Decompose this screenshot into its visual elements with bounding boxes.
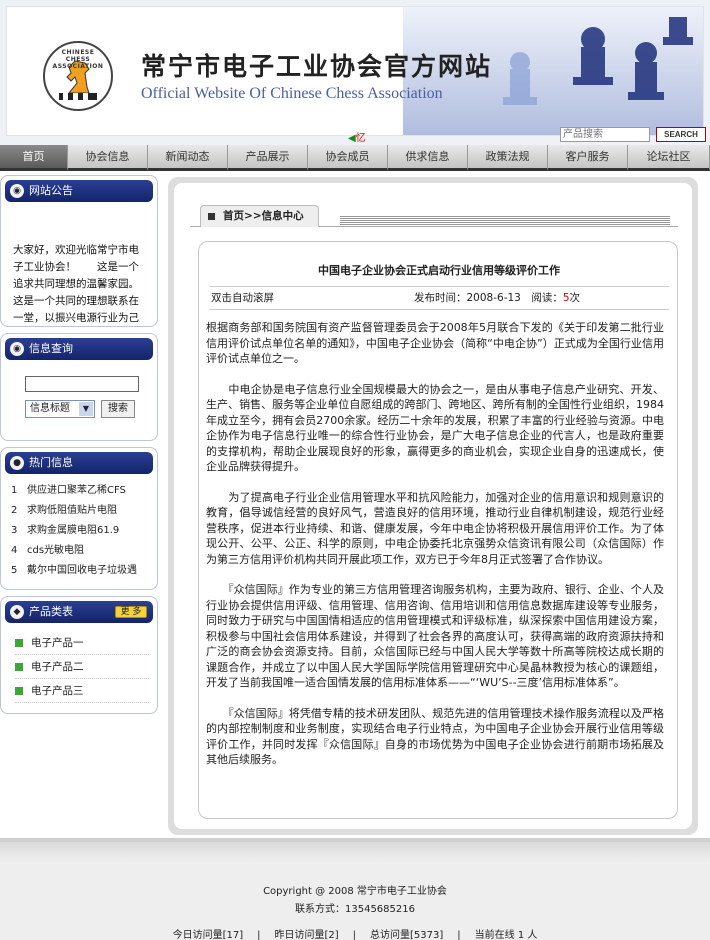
bullet-icon: [15, 663, 23, 671]
site-subtitle: Official Website Of Chinese Chess Associ…: [141, 85, 443, 102]
nav-supply-demand[interactable]: 供求信息: [388, 145, 468, 171]
category-link[interactable]: 电子产品三: [31, 685, 84, 697]
category-item[interactable]: 电子产品二: [15, 655, 149, 679]
notice-text: 大家好，欢迎光临常宁市电子工业协会！ 这是一个追求共同理想的温馨家园。这是一个共…: [13, 244, 139, 324]
category-title: 产品类表: [29, 605, 73, 618]
notice-title: 网站公告: [29, 184, 73, 197]
notice-panel-header: ◉ 网站公告: [5, 180, 153, 202]
speaker-label: 忆: [355, 133, 366, 144]
sidebar-search-button[interactable]: 搜索: [101, 400, 135, 418]
header-search: SEARCH: [560, 127, 706, 142]
breadcrumb[interactable]: 首页>>信息中心: [200, 205, 319, 227]
bullet-icon: [15, 687, 23, 695]
category-panel-header: ◆ 产品类表 更 多: [5, 601, 153, 623]
category-link[interactable]: 电子产品二: [31, 661, 84, 673]
online-count: 当前在线 1 人: [474, 930, 538, 940]
list-item[interactable]: 3 求购金属膜电阻61.9: [11, 521, 151, 541]
article-paragraph: 为了提高电子行业企业信用管理水平和抗风险能力，加强对企业的信用意识和规则意识的教…: [206, 490, 664, 566]
more-button[interactable]: 更 多: [115, 606, 147, 618]
bullet-icon: [15, 639, 23, 647]
article-paragraph: 『众信国际』作为专业的第三方信用管理咨询服务机构，主要为政府、银行、企业、个人及…: [206, 583, 664, 689]
association-logo[interactable]: CHINESE CHESS ASSOCIATION: [43, 41, 113, 111]
hot-panel-header: ● 热门信息: [5, 452, 153, 474]
item-link[interactable]: 求购低阻值贴片电阻: [27, 505, 117, 516]
search-type-value: 信息标题: [30, 403, 70, 414]
article-paragraph: 『众信国际』将凭借专精的技术研发团队、规范先进的信用管理技术操作服务流程以及严格…: [206, 706, 664, 767]
category-link[interactable]: 电子产品一: [31, 637, 84, 649]
site-title: 常宁市电子工业协会官方网站: [141, 52, 493, 81]
search-button[interactable]: SEARCH: [656, 127, 706, 142]
search-title: 信息查询: [29, 342, 73, 355]
article-meta: 双击自动滚屏 发布时间：2008-6-13 阅读：5次: [209, 286, 669, 310]
globe-icon: ◉: [10, 184, 24, 198]
site-footer: Copyright @ 2008 常宁市电子工业协会 联系方式：13545685…: [0, 838, 710, 940]
hot-list: 1 供应进口聚苯乙稀CFS 2 求购低阻值贴片电阻 3 求购金属膜电阻61.9 4 cd…: [1, 478, 157, 589]
search-panel-header: ◉ 信息查询: [5, 338, 153, 360]
list-item[interactable]: 4 cds光敏电阻: [11, 541, 151, 561]
category-item[interactable]: 电子产品三: [15, 679, 149, 703]
views-label: 阅读：: [531, 292, 563, 304]
nav-customer-service[interactable]: 客户服务: [548, 145, 628, 171]
product-search-input[interactable]: [560, 127, 650, 142]
search-type-select[interactable]: 信息标题 ▼: [25, 400, 95, 418]
logo-text: CHINESE CHESS ASSOCIATION: [52, 49, 104, 70]
copyright: Copyright @ 2008 常宁市电子工业协会: [263, 886, 447, 897]
article-title: 中国电子企业协会正式启动行业信用等级评价工作: [318, 264, 560, 277]
lightbulb-icon: ●: [10, 456, 24, 470]
search-panel: ◉ 信息查询 信息标题 ▼ 搜索: [0, 333, 158, 441]
header-banner: CHINESE CHESS ASSOCIATION 常宁市电子工业协会官方网站 …: [6, 6, 704, 136]
speaker-icon[interactable]: ◀忆: [348, 129, 366, 144]
main-nav: 首页 协会信息 新闻动态 产品展示 协会成员 供求信息 政策法规 客户服务 论坛…: [0, 145, 710, 171]
left-sidebar: ◉ 网站公告 大家好，欢迎光临常宁市电子工业协会！ 这是一个追求共同理想的温馨家…: [0, 175, 160, 720]
nav-policy[interactable]: 政策法规: [468, 145, 548, 171]
views-unit: 次: [569, 292, 581, 304]
category-icon: ◆: [10, 605, 24, 619]
publish-date: 发布时间：2008-6-13: [414, 292, 521, 304]
article-body: 根据商务部和国务院国有资产监督管理委员会于2008年5月联合下发的《关于印发第二…: [206, 320, 664, 783]
notice-panel: ◉ 网站公告 大家好，欢迎光临常宁市电子工业协会！ 这是一个追求共同理想的温馨家…: [0, 175, 158, 327]
article-paragraph: 中电企协是电子信息行业全国规模最大的协会之一，是由从事电子信息产业研究、开发、生…: [206, 382, 664, 474]
nav-association-info[interactable]: 协会信息: [68, 145, 148, 171]
decorative-stripes: [340, 215, 670, 225]
nav-forum[interactable]: 论坛社区: [628, 145, 710, 171]
item-number: 4: [11, 545, 18, 556]
main-content: 首页>>信息中心 中国电子企业协会正式启动行业信用等级评价工作 双击自动滚屏 发…: [168, 177, 698, 835]
list-item[interactable]: 2 求购低阻值贴片电阻: [11, 501, 151, 521]
nav-home[interactable]: 首页: [0, 145, 68, 171]
item-link[interactable]: 求购金属膜电阻61.9: [27, 525, 119, 536]
breadcrumb-bar: 首页>>信息中心: [190, 197, 678, 227]
search-form: 信息标题 ▼ 搜索: [1, 364, 157, 440]
item-number: 2: [11, 505, 18, 516]
today-visits: 今日访问量[17]: [172, 930, 244, 940]
chevron-down-icon[interactable]: ▼: [79, 402, 93, 416]
item-link[interactable]: 供应进口聚苯乙稀CFS: [27, 485, 126, 496]
contact-info: 联系方式：13545685216: [295, 904, 415, 915]
visit-stats: 今日访问量[17] | 昨日访问量[2] | 总访问量[5373] | 当前在线 1 人: [172, 930, 538, 940]
views-count: 5: [562, 292, 570, 304]
item-link[interactable]: cds光敏电阻: [27, 545, 84, 556]
site-header: CHINESE CHESS ASSOCIATION 常宁市电子工业协会官方网站 …: [0, 0, 710, 145]
item-number: 5: [11, 565, 18, 576]
item-link[interactable]: 戴尔中国回收电子垃圾遇: [27, 565, 137, 576]
hot-title: 热门信息: [29, 456, 73, 469]
footer-band: [0, 842, 710, 864]
auto-scroll-label[interactable]: 双击自动滚屏: [211, 287, 274, 309]
category-panel: ◆ 产品类表 更 多 电子产品一 电子产品二 电子产品三: [0, 596, 158, 714]
category-list: 电子产品一 电子产品二 电子产品三: [1, 627, 157, 713]
item-number: 3: [11, 525, 18, 536]
info-icon: ◉: [10, 342, 24, 356]
nav-products[interactable]: 产品展示: [228, 145, 308, 171]
category-item[interactable]: 电子产品一: [15, 631, 149, 655]
item-number: 1: [11, 485, 18, 496]
keyword-input[interactable]: [25, 376, 139, 392]
publish-info: 发布时间：2008-6-13 阅读：5次: [414, 287, 580, 309]
hot-info-panel: ● 热门信息 1 供应进口聚苯乙稀CFS 2 求购低阻值贴片电阻 3 求购金属膜电阻6…: [0, 447, 158, 590]
yesterday-visits: 昨日访问量[2]: [274, 930, 339, 940]
total-visits: 总访问量[5373]: [370, 930, 444, 940]
nav-news[interactable]: 新闻动态: [148, 145, 228, 171]
list-item[interactable]: 1 供应进口聚苯乙稀CFS: [11, 481, 151, 501]
nav-members[interactable]: 协会成员: [308, 145, 388, 171]
article-paragraph: 根据商务部和国务院国有资产监督管理委员会于2008年5月联合下发的《关于印发第二…: [206, 321, 664, 365]
list-item[interactable]: 5 戴尔中国回收电子垃圾遇: [11, 561, 151, 581]
